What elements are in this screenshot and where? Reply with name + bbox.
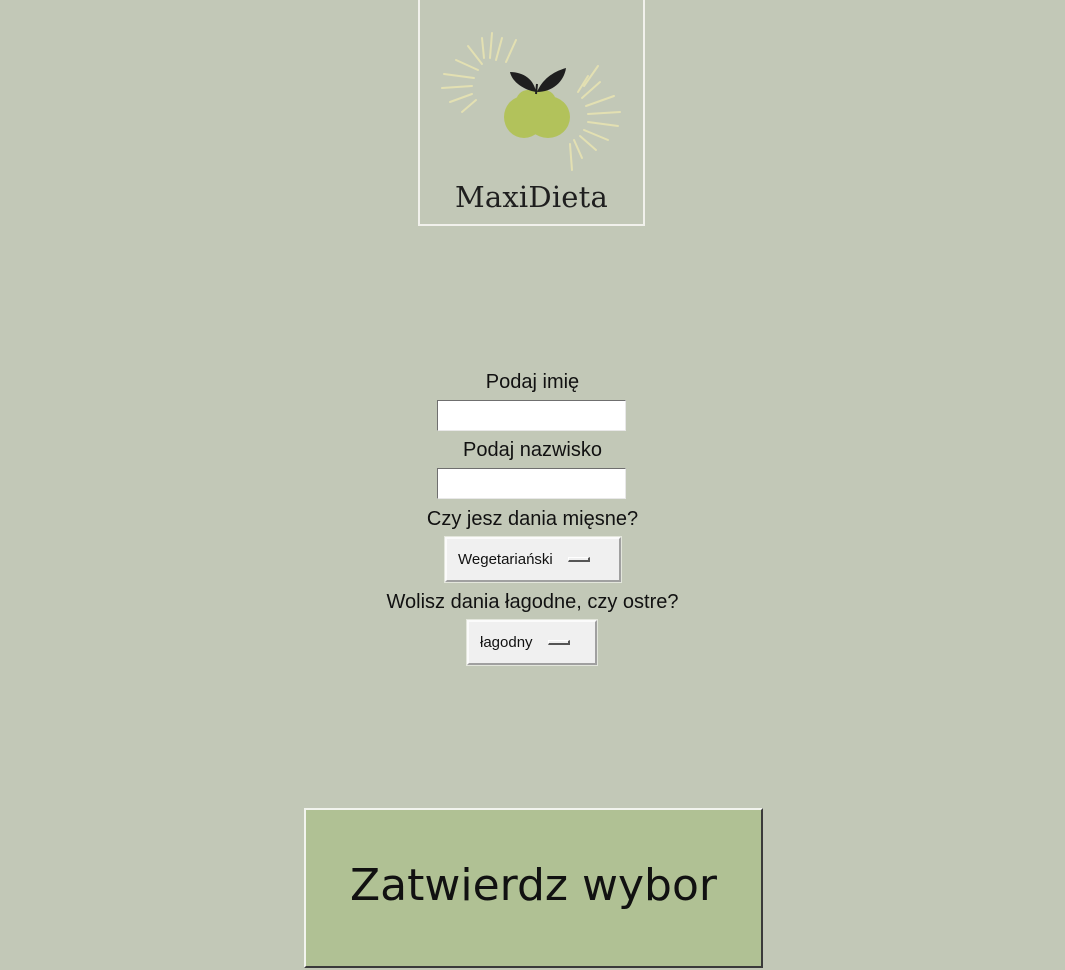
- first-name-field[interactable]: [437, 400, 626, 431]
- dropdown-indicator-icon: [567, 557, 590, 562]
- last-name-label: Podaj nazwisko: [463, 439, 602, 461]
- dropdown-indicator-icon: [547, 640, 570, 645]
- first-name-label: Podaj imię: [485, 371, 580, 393]
- submit-button[interactable]: Zatwierdz wybor: [304, 808, 763, 968]
- spice-question-label: Wolisz dania łagodne, czy ostre?: [386, 591, 679, 613]
- brand-logo: MaxiDieta: [418, 0, 645, 226]
- spice-preference-value: łagodny: [480, 634, 533, 651]
- meat-preference-dropdown[interactable]: Wegetariański: [444, 536, 622, 583]
- meat-preference-value: Wegetariański: [458, 551, 553, 568]
- meat-question-label: Czy jesz dania mięsne?: [426, 508, 639, 530]
- submit-button-label: Zatwierdz wybor: [350, 859, 717, 911]
- last-name-field[interactable]: [437, 468, 626, 499]
- spice-preference-dropdown[interactable]: łagodny: [466, 619, 598, 666]
- brand-name: MaxiDieta: [454, 180, 609, 214]
